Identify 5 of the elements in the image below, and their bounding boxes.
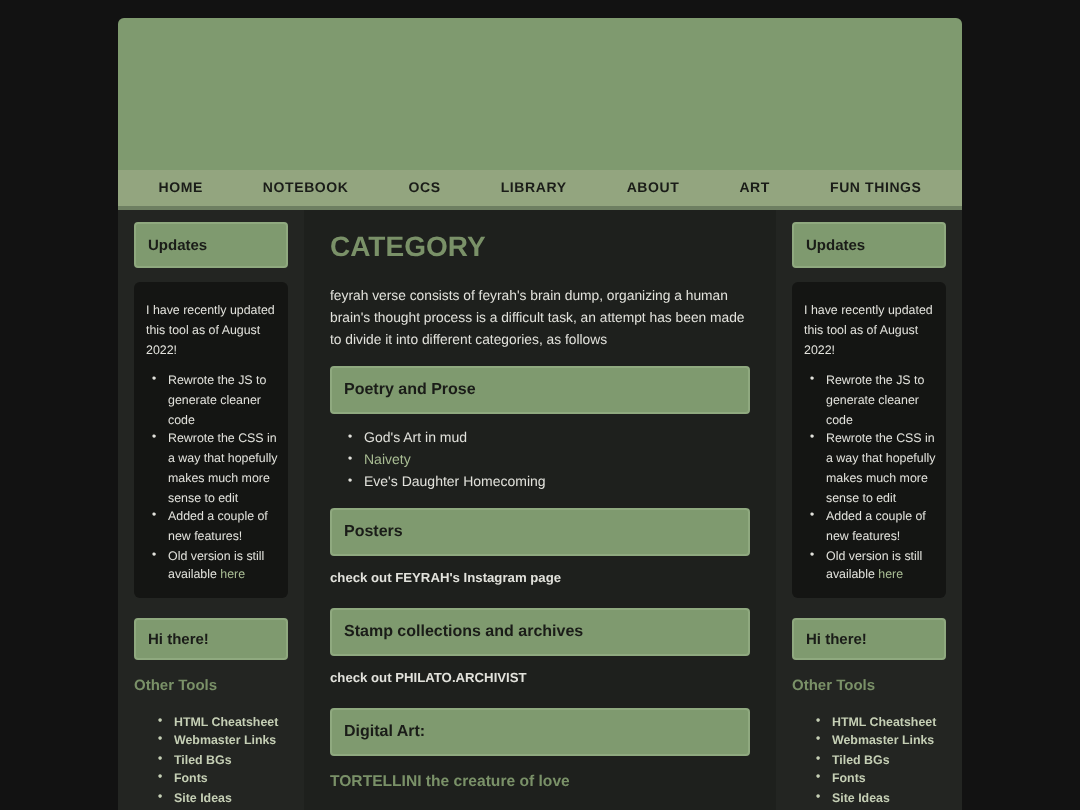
- section-heading: Poetry and Prose: [330, 365, 750, 414]
- section-heading: Digital Art:: [330, 707, 750, 756]
- section-heading: Stamp collections and archives: [330, 607, 750, 656]
- section-heading: Posters: [330, 507, 750, 556]
- page-title: CATEGORY: [330, 230, 488, 264]
